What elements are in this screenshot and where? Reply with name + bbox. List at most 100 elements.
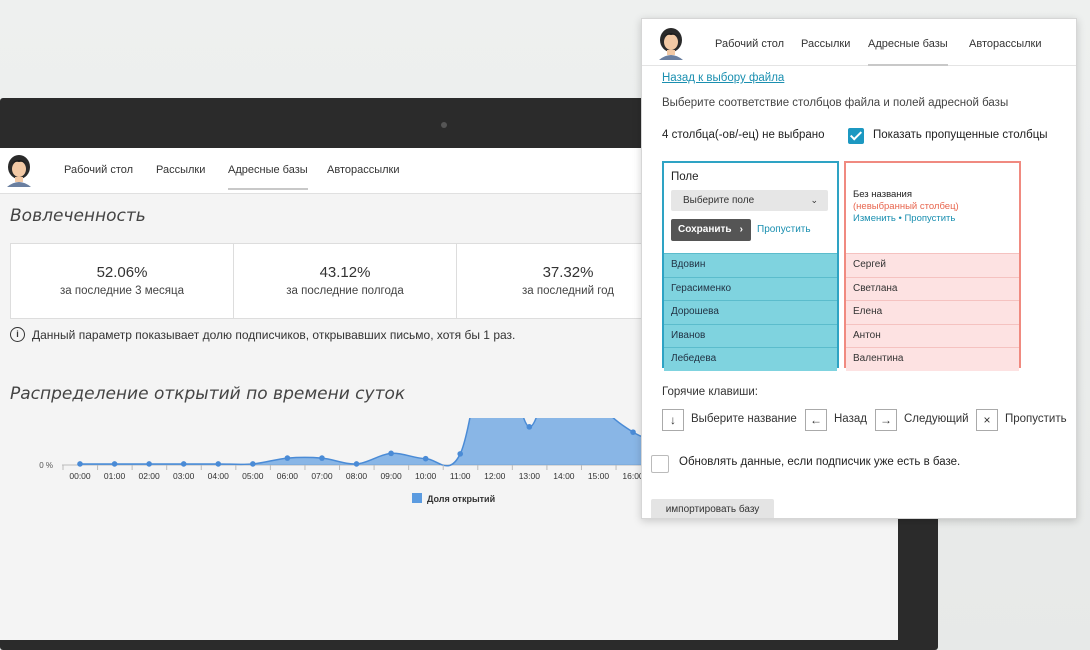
x-tick-label: 03:00 [173, 471, 195, 481]
x-tick-label: 09:00 [380, 471, 402, 481]
list-item: Светлана [846, 276, 1019, 300]
list-item: Вдовин [664, 253, 837, 277]
info-text: Данный параметр показывает долю подписчи… [32, 327, 516, 342]
data-point [457, 451, 464, 457]
hotkey-label: Назад [834, 413, 867, 425]
x-tick-label: 13:00 [519, 471, 541, 481]
instruction-text: Выберите соответствие столбцов файла и п… [662, 97, 1009, 109]
field-column: Поле Выберите поле ⌄ Сохранить › Пропуст… [662, 161, 839, 371]
chevron-right-icon: › [739, 224, 743, 235]
list-item: Елена [846, 300, 1019, 324]
avatar[interactable] [4, 153, 34, 187]
column-status: (невыбранный столбец) [853, 201, 959, 212]
hotkey-label: Выберите название [691, 413, 797, 425]
column-actions: Изменить • Пропустить [853, 213, 955, 224]
y-tick-label: 0 % [39, 461, 53, 470]
nav-item-desktop[interactable]: Рабочий стол [715, 38, 784, 50]
x-tick-label: 01:00 [104, 471, 126, 481]
back-to-file-link[interactable]: Назад к выбору файла [662, 72, 784, 84]
arrow-down-key-icon: ↓ [662, 409, 684, 431]
show-skipped-label[interactable]: Показать пропущенные столбцы [873, 129, 1048, 141]
list-item: Сергей [846, 253, 1019, 277]
hotkeys-title: Горячие клавиши: [662, 386, 758, 398]
x-tick-label: 06:00 [277, 471, 299, 481]
stat-card: 43.12% за последние полгода [234, 244, 457, 318]
data-point [284, 455, 291, 461]
file-column-header: Без названия (невыбранный столбец) Измен… [846, 163, 1019, 253]
show-skipped-checkbox[interactable] [848, 128, 864, 144]
hotkey-label: Следующий [904, 413, 969, 425]
camera-dot [441, 122, 447, 128]
data-point [319, 455, 325, 461]
legend-swatch [412, 493, 422, 503]
stat-label: за последние 3 месяца [59, 285, 185, 297]
x-tick-label: 02:00 [138, 471, 160, 481]
info-note: i Данный параметр показывает долю подпис… [10, 327, 515, 342]
file-column: Без названия (невыбранный столбец) Измен… [844, 161, 1021, 371]
data-point [77, 461, 83, 467]
nav-item-autoresponders[interactable]: Авторассылки [327, 164, 400, 176]
close-key-icon: × [976, 409, 998, 431]
x-tick-label: 04:00 [208, 471, 230, 481]
data-point [215, 461, 222, 467]
list-item: Лебедева [664, 347, 837, 371]
field-label: Поле [671, 171, 699, 183]
data-point [111, 461, 118, 467]
x-tick-label: 05:00 [242, 471, 264, 481]
nav-item-autoresponders[interactable]: Авторассылки [969, 38, 1042, 50]
list-item: Антон [846, 323, 1019, 347]
edit-link[interactable]: Изменить [853, 213, 896, 224]
unselected-count: 4 столбца(-ов/-ец) не выбрано [662, 129, 825, 141]
list-item: Валентина [846, 347, 1019, 371]
panel-nav: Рабочий стол Рассылки Адресные базы Авто… [642, 19, 1076, 66]
stat-value: 52.06% [96, 264, 148, 281]
list-item: Герасименко [664, 276, 837, 300]
chart-title: Распределение открытий по времени суток [10, 384, 406, 404]
nav-item-desktop[interactable]: Рабочий стол [64, 164, 133, 176]
stat-label: за последние полгода [286, 285, 404, 297]
field-column-header: Поле Выберите поле ⌄ Сохранить › Пропуст… [664, 163, 837, 253]
list-item: Иванов [664, 323, 837, 347]
field-select-value: Выберите поле [683, 195, 755, 206]
save-button-label: Сохранить [678, 224, 732, 235]
stat-value: 43.12% [319, 264, 371, 281]
nav-item-mailings[interactable]: Рассылки [801, 38, 850, 50]
update-existing-checkbox[interactable] [651, 455, 669, 473]
data-point [630, 429, 636, 435]
chevron-down-icon: ⌄ [810, 195, 818, 205]
arrow-left-key-icon: ← [805, 409, 827, 431]
field-select[interactable]: Выберите поле ⌄ [671, 190, 828, 211]
column-name: Без названия [853, 189, 913, 200]
nav-item-mailings[interactable]: Рассылки [156, 164, 205, 176]
stat-card: 52.06% за последние 3 месяца [11, 244, 234, 318]
data-point [180, 461, 187, 467]
data-point [353, 461, 360, 467]
x-tick-label: 00:00 [69, 471, 91, 481]
data-point [526, 424, 533, 430]
data-point [388, 450, 394, 457]
x-tick-label: 10:00 [415, 471, 437, 481]
skip-column-link[interactable]: Пропустить [904, 213, 955, 224]
x-tick-label: 14:00 [553, 471, 575, 481]
avatar[interactable] [656, 26, 686, 60]
x-tick-label: 08:00 [346, 471, 368, 481]
skip-link[interactable]: Пропустить [757, 224, 811, 235]
save-button[interactable]: Сохранить › [671, 219, 751, 241]
x-tick-label: 07:00 [311, 471, 333, 481]
legend-label: Доля открытий [427, 494, 495, 504]
nav-item-address-bases[interactable]: Адресные базы [228, 164, 308, 190]
data-point [250, 461, 256, 467]
x-tick-label: 15:00 [588, 471, 610, 481]
nav-item-address-bases[interactable]: Адресные базы [868, 38, 948, 66]
data-point [146, 461, 152, 467]
update-existing-label[interactable]: Обновлять данные, если подписчик уже ест… [679, 456, 960, 468]
arrow-right-key-icon: → [875, 409, 897, 431]
x-tick-label: 12:00 [484, 471, 506, 481]
separator-dot: • [898, 213, 902, 224]
engagement-title: Вовлеченность [10, 206, 146, 226]
import-button[interactable]: импортировать базу [651, 499, 774, 518]
x-tick-label: 11:00 [450, 471, 471, 481]
hotkey-label: Пропустить [1005, 413, 1067, 425]
info-icon: i [10, 327, 25, 342]
import-panel: Рабочий стол Рассылки Адресные базы Авто… [641, 18, 1077, 519]
